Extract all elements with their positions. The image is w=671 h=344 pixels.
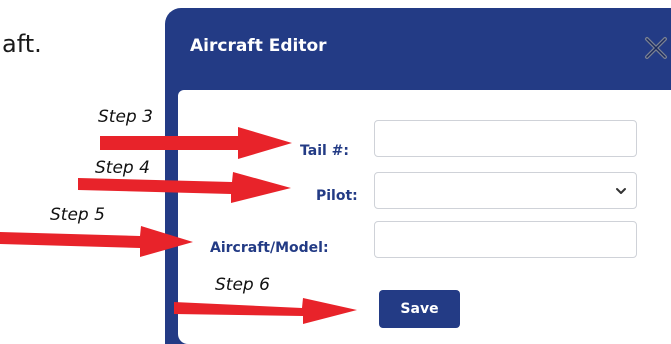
chevron-down-icon — [616, 188, 626, 194]
save-button[interactable]: Save — [379, 290, 460, 328]
close-button[interactable] — [643, 36, 669, 60]
close-icon — [645, 37, 667, 59]
tail-number-input[interactable] — [374, 120, 637, 157]
page-body-text: aft. — [2, 30, 42, 58]
dialog-header: Aircraft Editor — [165, 8, 671, 90]
aircraft-model-input[interactable] — [374, 221, 637, 258]
dialog-title: Aircraft Editor — [190, 36, 327, 56]
tail-number-label: Tail #: — [300, 143, 349, 159]
screenshot-stage: aft. Aircraft Editor Tail #: Pilot: Airc… — [0, 0, 671, 344]
step-5-label: Step 5 — [50, 205, 105, 225]
pilot-label: Pilot: — [316, 188, 358, 204]
step-6-label: Step 6 — [215, 275, 270, 295]
step-3-label: Step 3 — [98, 107, 153, 127]
dialog-body: Tail #: Pilot: Aircraft/Model: Save — [178, 90, 671, 344]
aircraft-model-label: Aircraft/Model: — [210, 240, 329, 256]
step-4-label: Step 4 — [95, 158, 150, 178]
pilot-select[interactable] — [374, 172, 637, 209]
